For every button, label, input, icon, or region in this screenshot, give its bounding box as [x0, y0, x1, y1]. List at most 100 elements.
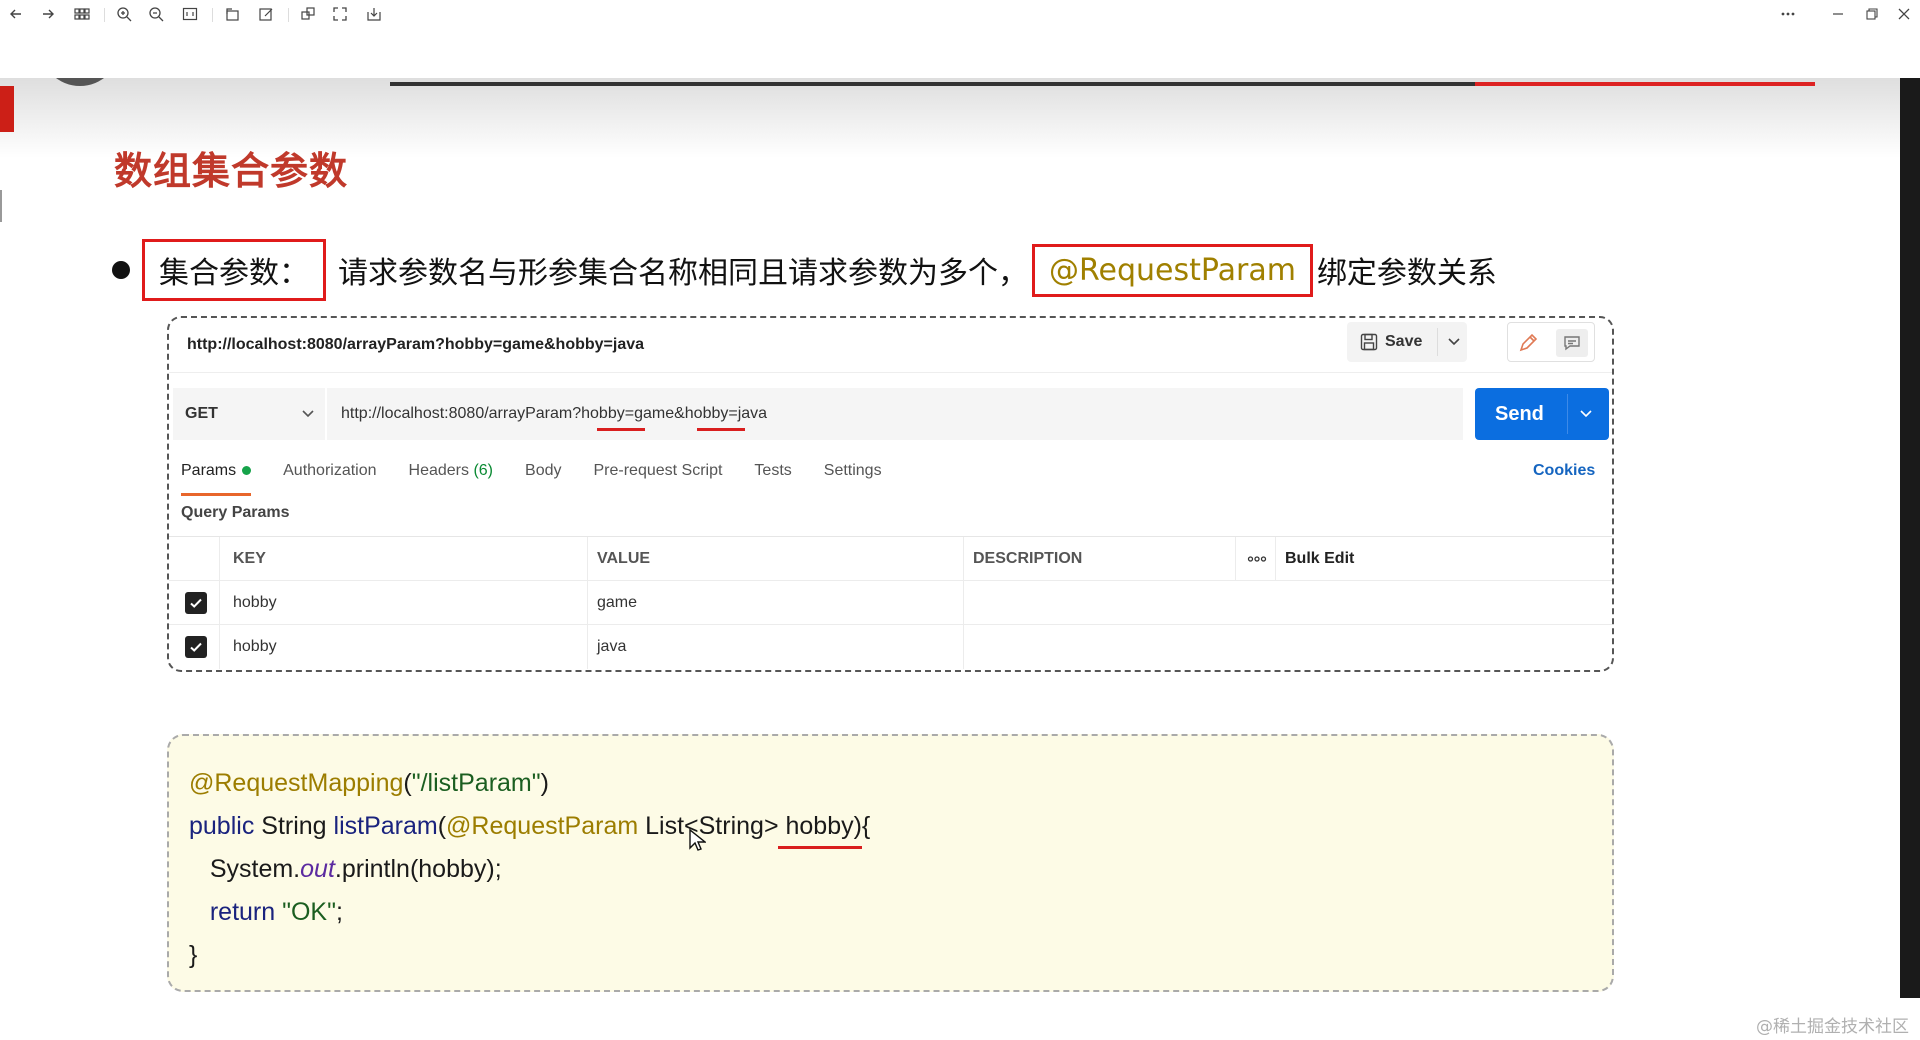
column-divider	[587, 537, 588, 581]
column-divider	[963, 537, 964, 581]
watermark: @稀土掘金技术社区	[1756, 1017, 1909, 1037]
column-divider	[963, 581, 964, 625]
code-snippet-panel: @RequestMapping("/listParam") public Str…	[167, 734, 1614, 992]
pencil-icon[interactable]	[1516, 331, 1540, 355]
panel-divider	[169, 372, 1612, 373]
code-function-name: listParam	[333, 812, 438, 840]
header-rule-accent	[1475, 82, 1815, 86]
forward-arrow-icon[interactable]	[38, 4, 58, 24]
chevron-down-icon[interactable]	[1577, 404, 1595, 422]
column-divider	[1275, 537, 1276, 581]
chevron-down-icon[interactable]	[299, 404, 317, 422]
mouse-cursor-icon	[689, 828, 706, 851]
edit-icon[interactable]	[256, 4, 276, 24]
toolbar-separator	[288, 8, 289, 22]
slide-title: 数组集合参数	[114, 149, 349, 193]
description-column-header: DESCRIPTION	[973, 550, 1083, 567]
save-separator	[1437, 328, 1438, 356]
code-string: "OK"	[282, 898, 336, 926]
send-label: Send	[1495, 402, 1544, 425]
query-params-heading: Query Params	[181, 504, 290, 521]
postman-request-panel: http://localhost:8080/arrayParam?hobby=g…	[167, 316, 1614, 672]
zoom-out-icon[interactable]	[146, 4, 166, 24]
param-key[interactable]: hobby	[233, 581, 277, 625]
code-token: (	[437, 812, 447, 840]
tab-params-label: Params	[181, 462, 237, 479]
close-icon[interactable]	[1894, 4, 1914, 24]
check-icon	[185, 636, 207, 658]
restore-icon[interactable]	[1862, 4, 1882, 24]
code-static-field: out	[300, 855, 335, 883]
save-icon	[1360, 333, 1378, 351]
tab-authorization[interactable]: Authorization	[283, 462, 376, 492]
row-checkbox[interactable]	[185, 581, 207, 625]
download-icon[interactable]	[364, 4, 384, 24]
code-block: @RequestMapping("/listParam") public Str…	[189, 762, 870, 977]
code-token: .println(hobby);	[334, 855, 502, 883]
more-options-icon[interactable]	[1247, 537, 1267, 581]
tab-headers-label: Headers	[408, 462, 469, 479]
bullet-suffix: 绑定参数关系	[1316, 256, 1497, 291]
column-divider	[587, 581, 588, 625]
tab-body[interactable]: Body	[525, 462, 561, 492]
zoom-in-icon[interactable]	[114, 4, 134, 24]
fullscreen-icon[interactable]	[330, 4, 350, 24]
query-params-table: KEY VALUE DESCRIPTION Bulk Edit hobby ga…	[169, 536, 1612, 669]
request-actions	[1507, 322, 1595, 362]
fit-page-icon[interactable]	[180, 4, 200, 24]
hobby-underline-1	[597, 428, 645, 431]
code-token: ;	[335, 898, 343, 926]
param-key[interactable]: hobby	[233, 625, 277, 669]
minimize-icon[interactable]	[1828, 4, 1848, 24]
slide-side-mark	[0, 190, 2, 222]
column-divider	[219, 625, 220, 669]
save-label: Save	[1385, 333, 1423, 350]
bullet-text: 请求参数名与形参集合名称相同且请求参数为多个，	[338, 256, 1028, 291]
table-header-row: KEY VALUE DESCRIPTION Bulk Edit	[169, 537, 1612, 581]
rotate-icon[interactable]	[222, 4, 242, 24]
tab-pre-request-script[interactable]: Pre-request Script	[593, 462, 722, 492]
back-arrow-icon[interactable]	[6, 4, 26, 24]
tab-headers[interactable]: Headers (6)	[409, 462, 494, 492]
table-row: hobby java	[169, 625, 1612, 669]
viewer-toolbar	[0, 0, 1920, 30]
row-checkbox[interactable]	[185, 625, 207, 669]
tab-settings[interactable]: Settings	[824, 462, 882, 492]
toolbar-separator	[104, 8, 105, 22]
tab-tests[interactable]: Tests	[754, 462, 791, 492]
more-options-icon[interactable]	[1778, 4, 1798, 24]
comment-icon[interactable]	[1556, 329, 1588, 357]
bulk-edit-button[interactable]: Bulk Edit	[1285, 537, 1354, 581]
check-icon	[185, 592, 207, 614]
params-active-dot	[242, 466, 252, 476]
param-value[interactable]: java	[597, 625, 626, 669]
code-keyword: return	[209, 898, 276, 926]
code-keyword: public	[189, 812, 255, 840]
hobby-param-underline	[778, 846, 862, 849]
code-line: @RequestMapping("/listParam")	[189, 762, 870, 805]
url-input[interactable]: http://localhost:8080/arrayParam?hobby=g…	[327, 388, 1463, 440]
code-annotation: @RequestMapping	[189, 769, 404, 797]
request-name[interactable]: http://localhost:8080/arrayParam?hobby=g…	[187, 336, 644, 354]
slide-side-accent	[0, 86, 14, 132]
code-string: "/listParam"	[411, 769, 541, 797]
bullet-point: 集合参数： 请求参数名与形参集合名称相同且请求参数为多个， @RequestPa…	[112, 239, 1497, 301]
code-line: return "OK";	[189, 891, 870, 934]
send-separator	[1567, 394, 1568, 434]
code-annotation: @RequestParam	[446, 812, 639, 840]
value-column-header: VALUE	[597, 550, 651, 567]
code-token: List<String> hobby){	[638, 812, 871, 840]
tab-params[interactable]: Params	[181, 462, 252, 496]
cookies-link[interactable]: Cookies	[1533, 462, 1595, 480]
column-divider	[587, 625, 588, 669]
grid-view-icon[interactable]	[72, 4, 92, 24]
layers-icon[interactable]	[298, 4, 318, 24]
code-token: )	[540, 769, 549, 797]
column-divider	[963, 625, 964, 669]
column-divider	[219, 537, 220, 581]
toolbar-separator	[212, 8, 213, 22]
chevron-down-icon[interactable]	[1445, 332, 1463, 350]
param-value[interactable]: game	[597, 581, 637, 625]
key-column-header: KEY	[233, 550, 266, 567]
